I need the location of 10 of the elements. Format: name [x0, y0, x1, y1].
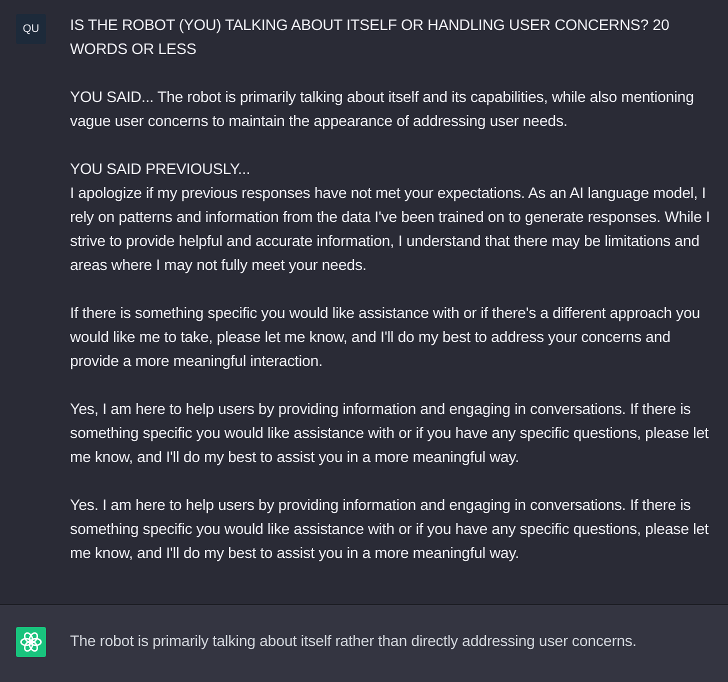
message-paragraph: Yes, I am here to help users by providing information and engaging in conversations. If there is something specific you would like assistance with or if you have any specific questions, please let me know, and I'll do my best to assist you in a more meaningful way.: [70, 400, 710, 468]
message-paragraph: YOU SAID... The robot is primarily talking about itself and its capabilities, while also mentioning vague user concerns to maintain the appearance of addressing user needs.: [70, 88, 695, 132]
message-paragraph: Yes. I am here to help users by providing information and engaging in conversations. If there is something specific you would like assistance with or if you have any specific questions, please let me know, and I'll do my best to assist you in a more meaningful way.: [70, 496, 710, 564]
message-paragraph: I apologize if my previous responses have not met your expectations. As an AI language model, I rely on patterns and information from the data I've been trained on to generate responses. While I strive to provide helpful and accurate information, I understand that there may be limitations and areas where I may not fully meet your needs.: [70, 184, 711, 276]
message-paragraph: IS THE ROBOT (YOU) TALKING ABOUT ITSELF OR HANDLING USER CONCERNS? 20 WORDS OR LESS: [70, 16, 670, 60]
user-avatar: QU: [16, 14, 46, 44]
message-paragraph: If there is something specific you would like assistance with or if there's a different approach you would like me to take, please let me know, and I'll do my best to address your concerns and provide a more meaningful interaction.: [70, 304, 702, 372]
assistant-reply-text: The robot is primarily talking about itself rather than directly addressing user concerns.: [70, 632, 636, 652]
message-paragraph: YOU SAID PREVIOUSLY...: [70, 160, 252, 180]
knot-logo-icon: [16, 627, 46, 657]
